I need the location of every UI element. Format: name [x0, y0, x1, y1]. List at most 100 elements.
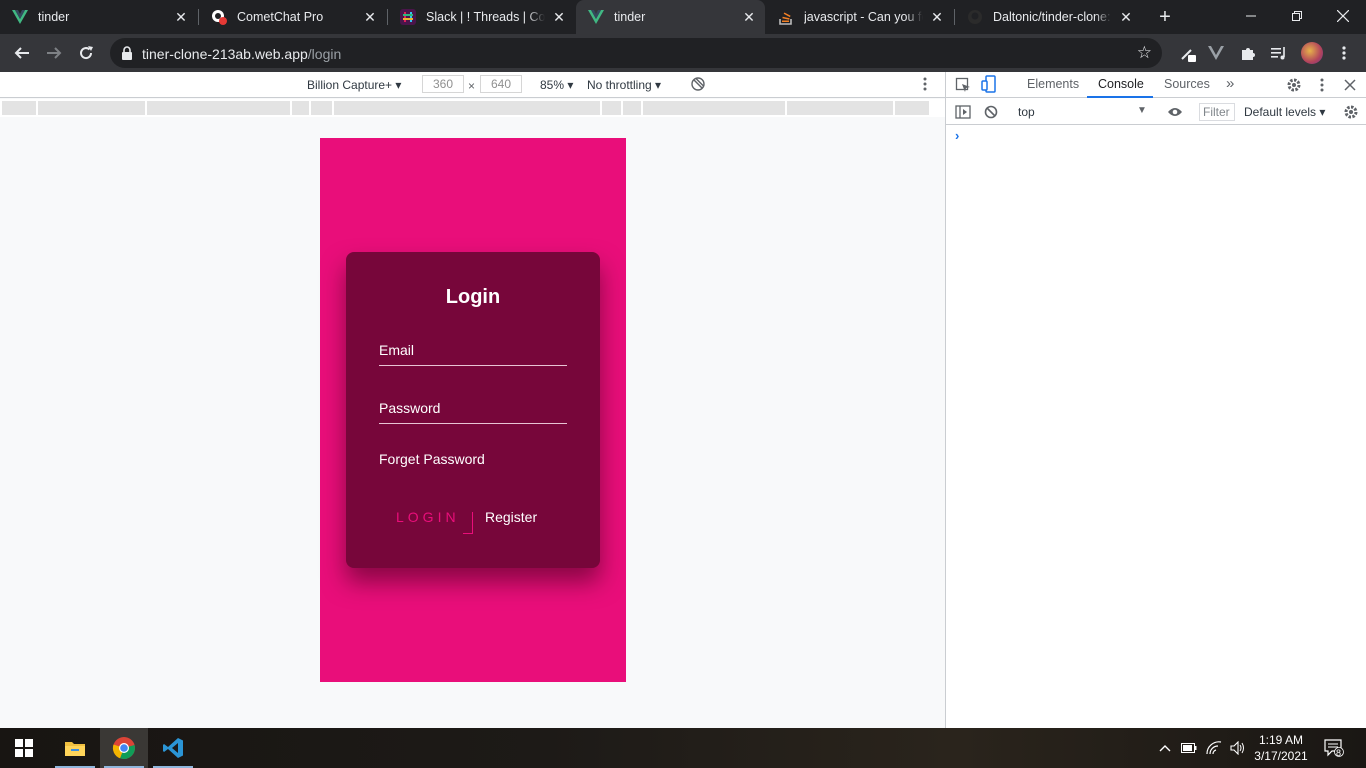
browser-tab-active[interactable]: tinder ✕ [576, 0, 765, 34]
tab-title: Slack | ! Threads | Comet [426, 10, 545, 24]
tab-title: Daltonic/tinder-clone: A [993, 10, 1112, 24]
device-toolbar: Billion Capture+ ▾ 360 × 640 85% ▾ No th… [0, 72, 945, 98]
notification-center-icon[interactable]: 8 [1321, 728, 1347, 768]
active-tab-indicator [1087, 96, 1153, 98]
pen-extension-icon[interactable] [1177, 42, 1199, 64]
close-icon[interactable]: ✕ [929, 9, 945, 25]
chrome-menu-icon[interactable] [1333, 42, 1355, 64]
height-input[interactable]: 640 [480, 75, 522, 93]
media-query-ruler[interactable] [0, 99, 945, 117]
browser-tab[interactable]: javascript - Can you force ✕ [766, 0, 953, 34]
chevron-up-icon[interactable] [1155, 728, 1175, 768]
log-levels-select[interactable]: Default levels ▾ [1244, 105, 1325, 119]
device-select[interactable]: Billion Capture+ ▾ [307, 78, 401, 92]
filter-input[interactable]: Filter [1199, 103, 1235, 121]
device-toolbar-menu-icon[interactable] [923, 76, 927, 95]
tab-elements[interactable]: Elements [1027, 77, 1079, 91]
url-text: tiner-clone-213ab.web.app/login [142, 46, 341, 62]
settings-gear-icon[interactable] [1285, 76, 1303, 94]
volume-icon[interactable] [1228, 728, 1248, 768]
password-field[interactable]: Password [379, 400, 567, 424]
new-tab-button[interactable]: + [1154, 6, 1176, 28]
sidebar-toggle-icon[interactable] [954, 103, 972, 121]
zoom-value: 85% [540, 78, 565, 92]
devtools-menu-icon[interactable] [1313, 76, 1331, 94]
rotate-icon[interactable] [690, 76, 706, 95]
more-tabs-icon[interactable]: » [1226, 75, 1234, 92]
close-icon[interactable]: ✕ [1118, 9, 1134, 25]
forward-button[interactable] [41, 40, 67, 66]
back-button[interactable] [9, 40, 35, 66]
clock-date: 3/17/2021 [1254, 749, 1308, 763]
restore-button[interactable] [1274, 0, 1320, 32]
url-path: /login [307, 46, 342, 62]
devtools-tabbar: Elements Console Sources » [946, 72, 1366, 98]
profile-avatar[interactable] [1301, 42, 1323, 64]
address-bar[interactable]: tiner-clone-213ab.web.app/login ☆ [110, 38, 1162, 68]
system-clock[interactable]: 1:19 AM 3/17/2021 [1252, 732, 1310, 764]
minimize-button[interactable] [1228, 0, 1274, 32]
login-button-corner [463, 512, 473, 534]
console-prompt[interactable]: › [955, 128, 959, 143]
browser-tab[interactable]: Daltonic/tinder-clone: A ✕ [955, 0, 1142, 34]
device-name: Billion Capture+ [307, 78, 393, 92]
url-host: tiner-clone-213ab.web.app [142, 46, 308, 62]
register-link[interactable]: Register [485, 509, 537, 525]
forgot-password-link[interactable]: Forget Password [379, 451, 485, 467]
tab-title: tinder [614, 10, 646, 24]
login-page: Login Email Password Forget Password LOG… [320, 138, 626, 682]
file-explorer-icon[interactable] [51, 728, 99, 768]
vscode-taskbar-icon[interactable] [149, 728, 197, 768]
close-icon[interactable]: ✕ [551, 9, 567, 25]
start-button[interactable] [0, 728, 48, 768]
email-field[interactable]: Email [379, 342, 567, 366]
vue-devtools-icon[interactable] [1205, 42, 1227, 64]
reload-button[interactable] [73, 40, 99, 66]
log-levels-label: Default levels [1244, 105, 1317, 119]
dimension-separator: × [468, 79, 476, 93]
chrome-taskbar-icon[interactable] [100, 728, 148, 768]
extensions-puzzle-icon[interactable] [1237, 42, 1259, 64]
device-toggle-icon[interactable] [980, 75, 998, 93]
tab-title: tinder [38, 10, 70, 24]
cometchat-icon [211, 9, 227, 25]
tab-title: CometChat Pro [237, 10, 324, 24]
tab-sources[interactable]: Sources [1164, 77, 1210, 91]
chevron-down-icon[interactable]: ▼ [1137, 105, 1147, 116]
tab-title: javascript - Can you force [804, 10, 923, 24]
battery-icon[interactable] [1179, 728, 1199, 768]
context-select[interactable]: top [1018, 105, 1035, 119]
browser-toolbar: tiner-clone-213ab.web.app/login ☆ [0, 34, 1366, 72]
throttling-select[interactable]: No throttling ▾ [587, 78, 661, 92]
login-button[interactable]: LOGIN [396, 509, 460, 525]
window-close-button[interactable] [1320, 0, 1366, 32]
close-icon[interactable]: ✕ [173, 9, 189, 25]
github-icon [967, 9, 983, 25]
login-card: Login Email Password Forget Password LOG… [346, 252, 600, 568]
notification-count: 8 [1336, 748, 1342, 758]
clear-console-icon[interactable] [982, 103, 1000, 121]
vue-icon [588, 9, 604, 25]
browser-tab[interactable]: tinder ✕ [0, 0, 197, 34]
login-heading: Login [445, 286, 501, 308]
tab-console[interactable]: Console [1098, 77, 1144, 91]
stackoverflow-icon [778, 9, 794, 25]
live-expression-eye-icon[interactable] [1166, 103, 1184, 121]
lock-icon[interactable] [120, 45, 136, 61]
bookmark-star-icon[interactable]: ☆ [1137, 43, 1152, 63]
zoom-select[interactable]: 85% ▾ [540, 78, 573, 92]
devtools-close-icon[interactable] [1341, 76, 1359, 94]
width-input[interactable]: 360 [422, 75, 464, 93]
inspect-element-icon[interactable] [954, 76, 972, 94]
devtools-panel: Elements Console Sources » top ▼ Filter … [945, 72, 1366, 728]
media-control-icon[interactable] [1268, 42, 1290, 64]
close-icon[interactable]: ✕ [741, 9, 757, 25]
vue-icon [12, 9, 28, 25]
console-settings-icon[interactable] [1342, 103, 1360, 121]
browser-tab[interactable]: Slack | ! Threads | Comet ✕ [388, 0, 575, 34]
page-viewport: Billion Capture+ ▾ 360 × 640 85% ▾ No th… [0, 72, 945, 728]
throttling-value: No throttling [587, 78, 652, 92]
wifi-icon[interactable] [1204, 728, 1224, 768]
browser-tab[interactable]: CometChat Pro ✕ [199, 0, 386, 34]
close-icon[interactable]: ✕ [362, 9, 378, 25]
